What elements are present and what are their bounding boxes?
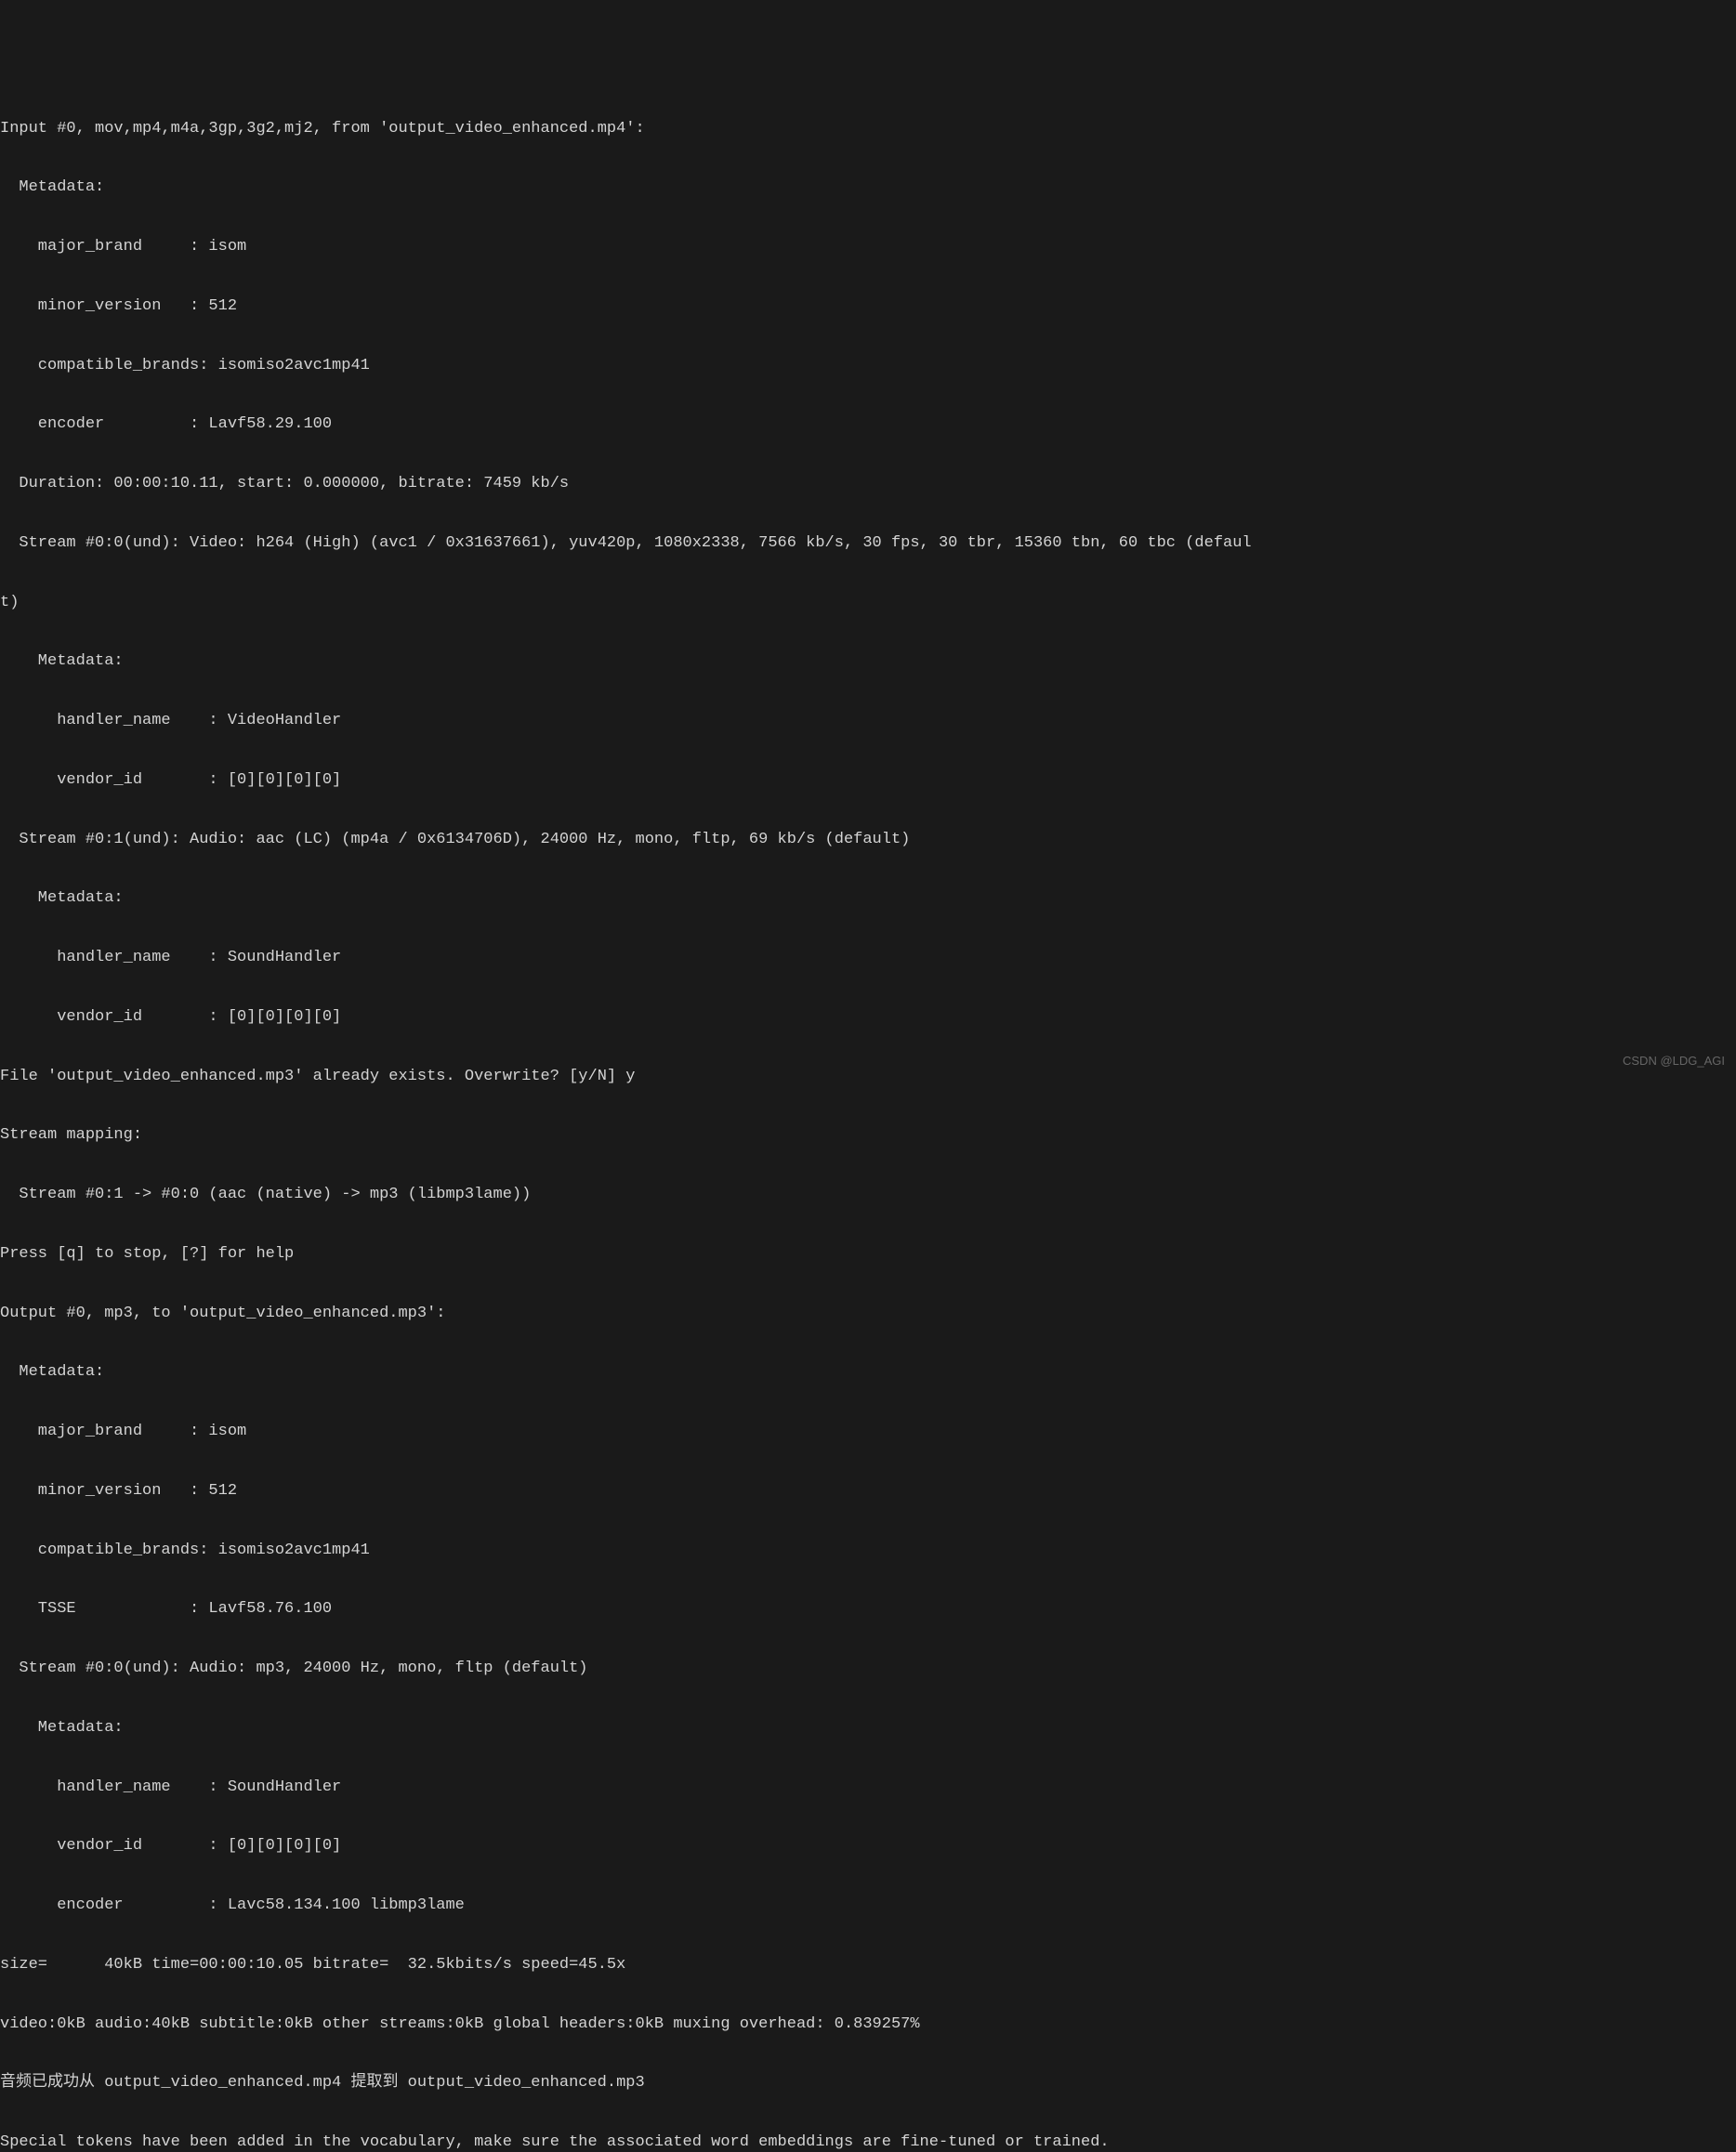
- terminal-line: TSSE : Lavf58.76.100: [0, 1599, 1736, 1619]
- terminal-line: File 'output_video_enhanced.mp3' already…: [0, 1067, 1736, 1086]
- terminal-output[interactable]: Input #0, mov,mp4,m4a,3gp,3g2,mj2, from …: [0, 79, 1736, 2152]
- terminal-line: Press [q] to stop, [?] for help: [0, 1244, 1736, 1264]
- terminal-line: Stream #0:0(und): Video: h264 (High) (av…: [0, 533, 1736, 553]
- terminal-line: minor_version : 512: [0, 296, 1736, 316]
- terminal-line: Metadata:: [0, 651, 1736, 671]
- terminal-line: 音频已成功从 output_video_enhanced.mp4 提取到 out…: [0, 2073, 1736, 2093]
- terminal-line: major_brand : isom: [0, 237, 1736, 256]
- terminal-line: size= 40kB time=00:00:10.05 bitrate= 32.…: [0, 1955, 1736, 1975]
- terminal-line: vendor_id : [0][0][0][0]: [0, 770, 1736, 790]
- terminal-line: Stream #0:1(und): Audio: aac (LC) (mp4a …: [0, 830, 1736, 849]
- terminal-line: vendor_id : [0][0][0][0]: [0, 1007, 1736, 1027]
- terminal-line: handler_name : VideoHandler: [0, 711, 1736, 730]
- terminal-line: handler_name : SoundHandler: [0, 948, 1736, 967]
- terminal-line: Stream #0:1 -> #0:0 (aac (native) -> mp3…: [0, 1185, 1736, 1204]
- terminal-line: Metadata:: [0, 1362, 1736, 1382]
- terminal-line: Input #0, mov,mp4,m4a,3gp,3g2,mj2, from …: [0, 119, 1736, 138]
- terminal-line: compatible_brands: isomiso2avc1mp41: [0, 1541, 1736, 1560]
- terminal-line: Duration: 00:00:10.11, start: 0.000000, …: [0, 474, 1736, 493]
- terminal-line: major_brand : isom: [0, 1422, 1736, 1441]
- terminal-line: encoder : Lavf58.29.100: [0, 414, 1736, 434]
- terminal-line: handler_name : SoundHandler: [0, 1778, 1736, 1797]
- terminal-line: Stream mapping:: [0, 1125, 1736, 1145]
- terminal-line: Metadata:: [0, 1718, 1736, 1738]
- terminal-line: vendor_id : [0][0][0][0]: [0, 1836, 1736, 1856]
- terminal-line: Special tokens have been added in the vo…: [0, 2132, 1736, 2152]
- terminal-line: Output #0, mp3, to 'output_video_enhance…: [0, 1304, 1736, 1323]
- terminal-line: Metadata:: [0, 888, 1736, 908]
- terminal-line: Metadata:: [0, 177, 1736, 197]
- watermark-text: CSDN @LDG_AGI: [1623, 1054, 1725, 1069]
- terminal-line: minor_version : 512: [0, 1481, 1736, 1501]
- terminal-line: encoder : Lavc58.134.100 libmp3lame: [0, 1896, 1736, 1915]
- terminal-line: t): [0, 593, 1736, 612]
- terminal-line: Stream #0:0(und): Audio: mp3, 24000 Hz, …: [0, 1659, 1736, 1678]
- terminal-line: compatible_brands: isomiso2avc1mp41: [0, 356, 1736, 375]
- terminal-line: video:0kB audio:40kB subtitle:0kB other …: [0, 2014, 1736, 2034]
